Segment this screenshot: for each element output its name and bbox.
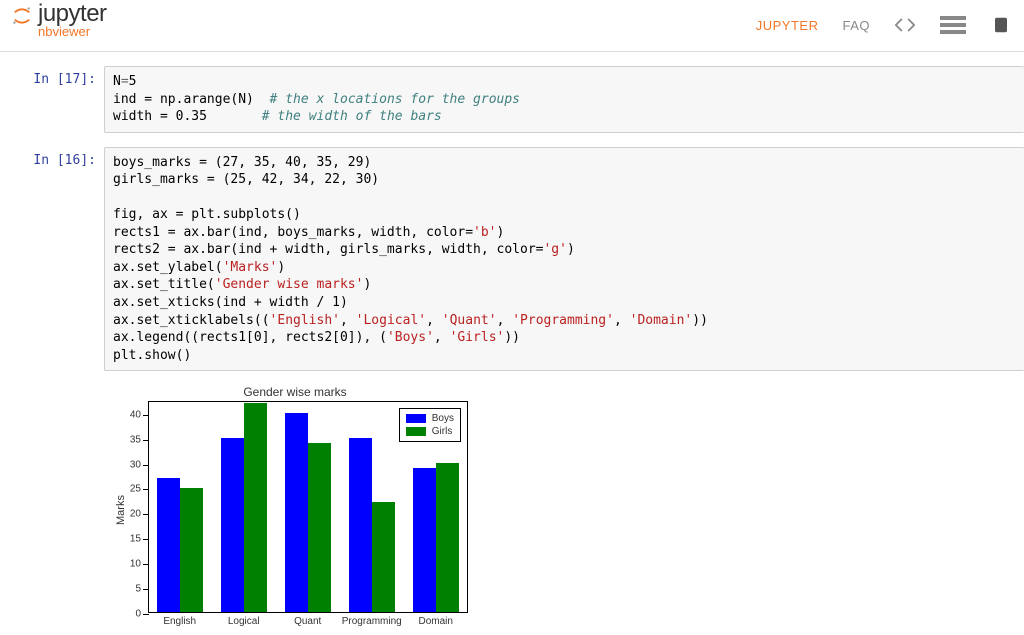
ytick-label: 0 [135, 609, 141, 620]
ytick [143, 489, 149, 490]
nav-link-jupyter[interactable]: JUPYTER [756, 18, 819, 33]
legend-label: Girls [432, 425, 453, 438]
ytick [143, 440, 149, 441]
ytick [143, 589, 149, 590]
ytick-label: 15 [130, 534, 141, 545]
bar-boys [221, 438, 244, 613]
prompt: In [16]: [0, 147, 104, 372]
bar-boys [413, 468, 436, 613]
ytick [143, 514, 149, 515]
nav-link-faq[interactable]: FAQ [842, 18, 870, 33]
code-input[interactable]: boys_marks = (27, 35, 40, 35, 29) girls_… [104, 147, 1024, 372]
ytick-label: 25 [130, 484, 141, 495]
bar-girls [308, 443, 331, 613]
ytick [143, 564, 149, 565]
ytick [143, 415, 149, 416]
extra-icon[interactable] [990, 14, 1012, 36]
legend-entry: Girls [406, 425, 454, 438]
code-cell: In [16]: boys_marks = (27, 35, 40, 35, 2… [0, 147, 1024, 372]
ytick-label: 20 [130, 509, 141, 520]
code-cell: In [17]: N=5 ind = np.arange(N) # the x … [0, 66, 1024, 133]
plot-area: Boys Girls 0510152025303540EnglishLogica… [148, 401, 468, 613]
xtick-label: Quant [294, 616, 321, 627]
logo-block[interactable]: jupyter nbviewer [12, 0, 107, 39]
xtick-label: Domain [418, 616, 452, 627]
ytick [143, 465, 149, 466]
ytick-label: 5 [135, 584, 141, 595]
code-input[interactable]: N=5 ind = np.arange(N) # the x locations… [104, 66, 1024, 133]
ytick-label: 10 [130, 559, 141, 570]
chart-legend: Boys Girls [399, 408, 461, 442]
bar-boys [285, 413, 308, 613]
ytick-label: 40 [130, 409, 141, 420]
notebook: In [17]: N=5 ind = np.arange(N) # the x … [0, 52, 1024, 635]
top-nav: JUPYTER FAQ [756, 0, 1012, 36]
ytick [143, 539, 149, 540]
header: jupyter nbviewer JUPYTER FAQ [0, 0, 1024, 52]
logo-text: jupyter [38, 2, 107, 26]
chart-ylabel: Marks [115, 495, 127, 525]
chart: Gender wise marks Marks Boys Girls 05101… [104, 385, 486, 635]
jupyter-logo-icon [12, 6, 32, 26]
bar-boys [157, 478, 180, 613]
prompt: In [17]: [0, 66, 104, 133]
menu-lines-icon[interactable] [940, 15, 966, 35]
legend-label: Boys [432, 412, 454, 425]
bar-girls [244, 403, 267, 613]
ytick-label: 30 [130, 459, 141, 470]
code-icon[interactable] [894, 14, 916, 36]
bar-girls [436, 463, 459, 613]
xtick-label: Programming [342, 616, 402, 627]
bar-girls [180, 488, 203, 613]
ytick-label: 35 [130, 434, 141, 445]
legend-entry: Boys [406, 412, 454, 425]
xtick-label: Logical [228, 616, 260, 627]
legend-swatch-girls [406, 427, 426, 436]
xtick-label: English [163, 616, 196, 627]
chart-title: Gender wise marks [104, 385, 486, 399]
bar-boys [349, 438, 372, 613]
legend-swatch-boys [406, 414, 426, 423]
ytick [143, 614, 149, 615]
bar-girls [372, 502, 395, 612]
cell-output: Gender wise marks Marks Boys Girls 05101… [104, 385, 1024, 635]
